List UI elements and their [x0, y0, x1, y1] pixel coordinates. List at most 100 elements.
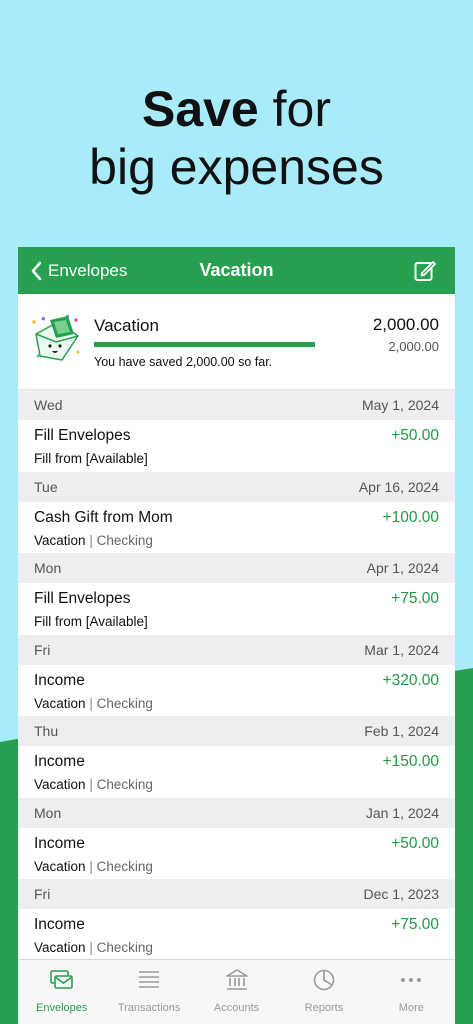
transaction-account: Checking [96, 532, 153, 548]
back-label: Envelopes [48, 260, 128, 280]
transaction-amount: +50.00 [391, 834, 439, 852]
transaction-envelope: Vacation [34, 940, 86, 955]
separator: | [89, 532, 93, 548]
separator: | [89, 695, 93, 711]
transaction-list: Wed May 1, 2024 Fill Envelopes +50.00 Fill f… [18, 390, 455, 961]
transaction-title: Fill Envelopes [34, 427, 131, 444]
transaction-title: Income [34, 671, 85, 689]
tab-envelopes[interactable]: Envelopes [18, 960, 105, 1024]
transaction-envelope: Fill from [Available] [34, 614, 148, 629]
day-label: Mon [34, 560, 62, 576]
transaction-amount: +100.00 [382, 508, 439, 526]
date-label: Apr 1, 2024 [366, 560, 439, 576]
envelope-target: 2,000.00 [388, 339, 439, 354]
tab-reports[interactable]: Reports [280, 960, 367, 1024]
date-label: Apr 16, 2024 [358, 478, 439, 495]
transaction-row[interactable]: Fill Envelopes +50.00 Fill from [Available… [18, 420, 455, 472]
transaction-subtitle: Fill from [Available] [34, 614, 148, 629]
transaction-envelope: Vacation [34, 858, 86, 874]
date-label: Feb 1, 2024 [364, 723, 439, 739]
app-screen: Envelopes Vacation Vacation You have sav… [18, 247, 455, 1024]
transaction-envelope: Vacation [34, 695, 86, 711]
date-section-header: Mon Jan 1, 2024 [18, 797, 455, 828]
saved-text: You have saved 2,000.00 so far. [94, 355, 273, 369]
more-icon [398, 968, 424, 1002]
transaction-account: Checking [96, 940, 153, 955]
transaction-envelope: Vacation [34, 777, 86, 792]
separator: | [89, 858, 93, 874]
envelope-summary[interactable]: Vacation You have saved 2,000.00 so far.… [18, 294, 455, 390]
date-label: Dec 1, 2023 [363, 886, 440, 902]
envelope-name: Vacation [94, 316, 159, 335]
tab-label: Accounts [213, 1002, 260, 1014]
edit-icon[interactable] [413, 259, 437, 283]
day-label: Wed [34, 397, 63, 413]
transaction-envelope: Fill from [Available] [34, 451, 148, 466]
pie-chart-icon [311, 968, 337, 1002]
transaction-account: Checking [96, 695, 153, 711]
bank-icon [224, 968, 250, 1002]
navigation-bar: Envelopes Vacation [18, 247, 455, 294]
envelope-balance: 2,000.00 [372, 315, 439, 334]
envelopes-icon [49, 968, 75, 1002]
transaction-subtitle: Vacation | Checking [34, 696, 153, 711]
date-section-header: Tue Apr 16, 2024 [18, 471, 455, 502]
date-section-header: Wed May 1, 2024 [18, 390, 455, 420]
transaction-row[interactable]: Income +150.00 Vacation | Checking [18, 746, 455, 798]
transactions-icon [136, 968, 162, 1002]
transaction-amount: +150.00 [382, 753, 439, 770]
separator: | [89, 777, 93, 792]
date-section-header: Fri Mar 1, 2024 [18, 634, 455, 665]
transaction-subtitle: Vacation | Checking [34, 859, 153, 874]
tab-bar: Envelopes Transactions Accounts Reports More [18, 959, 455, 1024]
transaction-account: Checking [96, 858, 153, 874]
date-section-header: Fri Dec 1, 2023 [18, 879, 455, 909]
headline-bold: Save [141, 81, 259, 137]
day-label: Thu [34, 723, 59, 739]
back-button[interactable]: Envelopes [30, 247, 127, 294]
headline: Save for big expenses [0, 80, 473, 196]
transaction-row[interactable]: Fill Envelopes +75.00 Fill from [Available… [18, 583, 455, 635]
date-label: Jan 1, 2024 [365, 804, 439, 821]
separator: | [89, 940, 93, 955]
transaction-subtitle: Vacation | Checking [34, 940, 153, 955]
transaction-amount: +75.00 [391, 916, 439, 933]
envelope-mascot-icon [32, 315, 80, 361]
transaction-account: Checking [96, 777, 153, 792]
transaction-row[interactable]: Income +75.00 Vacation | Checking [18, 909, 455, 961]
tab-more[interactable]: More [368, 960, 455, 1024]
transaction-title: Fill Envelopes [34, 590, 131, 607]
day-label: Fri [34, 886, 51, 902]
tab-label: Transactions [117, 1002, 181, 1014]
transaction-title: Income [34, 834, 85, 852]
transaction-row[interactable]: Income +50.00 Vacation | Checking [18, 827, 455, 879]
headline-line2: big expenses [89, 139, 384, 195]
savings-progress-bar [94, 342, 315, 347]
tab-label: Reports [304, 1002, 344, 1014]
transaction-envelope: Vacation [34, 532, 86, 548]
transaction-amount: +50.00 [391, 427, 439, 444]
headline-rest: for [272, 81, 332, 137]
transaction-subtitle: Fill from [Available] [34, 451, 148, 466]
tab-accounts[interactable]: Accounts [193, 960, 280, 1024]
chevron-left-icon [31, 261, 42, 280]
date-section-header: Mon Apr 1, 2024 [18, 553, 455, 583]
tab-transactions[interactable]: Transactions [105, 960, 192, 1024]
transaction-subtitle: Vacation | Checking [34, 533, 153, 548]
transaction-title: Income [34, 753, 85, 770]
day-label: Tue [34, 478, 58, 495]
date-label: Mar 1, 2024 [364, 641, 439, 658]
date-section-header: Thu Feb 1, 2024 [18, 716, 455, 746]
tab-label: Envelopes [36, 1002, 88, 1014]
transaction-subtitle: Vacation | Checking [34, 777, 153, 792]
transaction-amount: +320.00 [382, 671, 439, 689]
transaction-row[interactable]: Cash Gift from Mom +100.00 Vacation | Chec… [18, 501, 455, 553]
date-label: May 1, 2024 [361, 397, 439, 413]
transaction-row[interactable]: Income +320.00 Vacation | Checking [18, 664, 455, 716]
day-label: Fri [34, 641, 51, 658]
tab-label: More [398, 1002, 424, 1014]
transaction-title: Cash Gift from Mom [34, 508, 173, 526]
transaction-title: Income [34, 916, 85, 933]
day-label: Mon [34, 804, 62, 821]
transaction-amount: +75.00 [391, 590, 439, 607]
